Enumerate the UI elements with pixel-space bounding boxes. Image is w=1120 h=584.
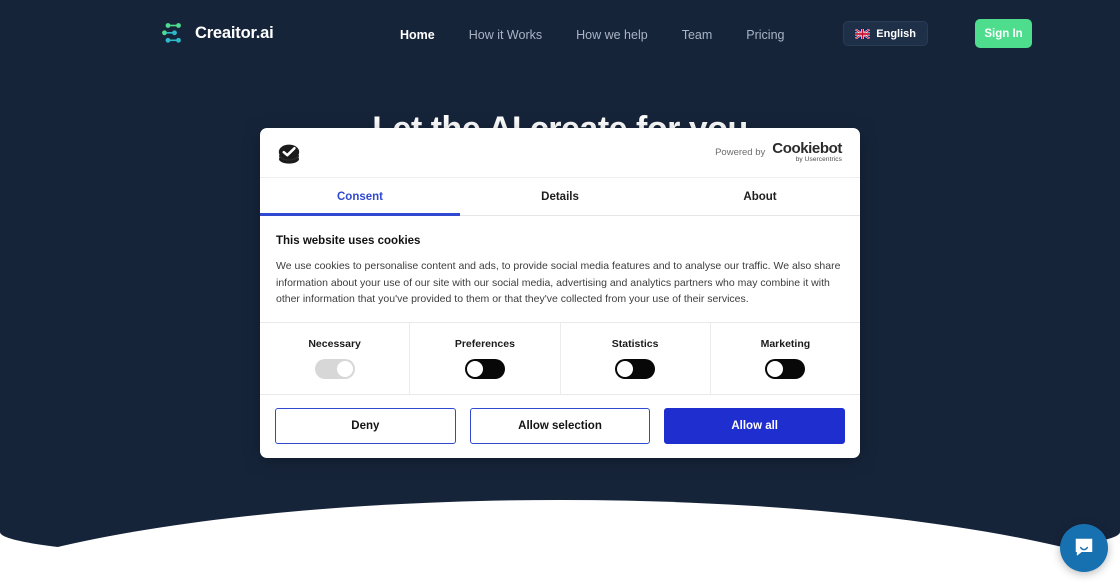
- allow-all-button[interactable]: Allow all: [664, 408, 846, 445]
- tab-about[interactable]: About: [660, 178, 860, 215]
- cookie-category-necessary: Necessary: [260, 322, 411, 394]
- nav-item-pricing[interactable]: Pricing: [742, 25, 788, 45]
- cookie-category-marketing: Marketing: [711, 323, 860, 394]
- brand-logo[interactable]: Creaitor.ai: [160, 20, 274, 46]
- cookie-dialog-description: We use cookies to personalise content an…: [276, 260, 841, 306]
- brand-name: Creaitor.ai: [195, 23, 274, 42]
- sign-in-button[interactable]: Sign In: [975, 19, 1032, 48]
- cookie-dialog-actions: Deny Allow selection Allow all: [260, 395, 860, 458]
- category-label-preferences: Preferences: [454, 337, 515, 350]
- cookie-consent-dialog: Powered by Cookiebot by Usercentrics Con…: [260, 128, 860, 458]
- nav-item-how-we-help[interactable]: How we help: [572, 25, 652, 45]
- cookiebot-wordmark: Cookiebot by Usercentrics: [772, 141, 842, 164]
- cookiebot-byline-text: by Usercentrics: [795, 156, 842, 164]
- cookiebot-brand-text: Cookiebot: [772, 140, 842, 158]
- nav-item-team[interactable]: Team: [678, 25, 717, 45]
- deny-button[interactable]: Deny: [275, 408, 456, 445]
- nav-item-home[interactable]: Home: [396, 25, 439, 45]
- cookie-category-preferences: Preferences: [410, 322, 561, 394]
- allow-selection-button[interactable]: Allow selection: [469, 408, 651, 445]
- cookie-dialog-body: This website uses cookies We use cookies…: [260, 216, 860, 323]
- category-label-necessary: Necessary: [308, 337, 361, 350]
- toggle-statistics[interactable]: [615, 358, 656, 379]
- language-label: English: [876, 27, 916, 40]
- cookiebot-disc-check-icon: [276, 140, 302, 166]
- toggle-preferences[interactable]: [464, 358, 505, 379]
- category-label-statistics: Statistics: [611, 337, 659, 350]
- main-nav-links: Home How it Works How we help Team Prici…: [396, 25, 789, 45]
- cookie-category-list: Necessary Preferences Statistics Marketi…: [260, 322, 860, 395]
- chat-bubble-icon: [1073, 536, 1095, 561]
- cookie-dialog-heading: This website uses cookies: [276, 235, 421, 247]
- powered-by-label: Powered by: [715, 147, 766, 158]
- chat-launcher-button[interactable]: [1060, 524, 1108, 572]
- cookie-dialog-header: Powered by Cookiebot by Usercentrics: [260, 128, 860, 178]
- tab-consent[interactable]: Consent: [260, 178, 460, 216]
- network-nodes-icon: [160, 20, 186, 46]
- toggle-marketing[interactable]: [765, 358, 806, 379]
- toggle-necessary: [314, 358, 355, 379]
- nav-item-how-it-works[interactable]: How it Works: [465, 25, 546, 45]
- top-navigation-bar: Creaitor.ai Home How it Works How we hel…: [0, 0, 1120, 66]
- language-selector[interactable]: English: [843, 21, 928, 46]
- tab-details[interactable]: Details: [460, 178, 660, 215]
- category-label-marketing: Marketing: [760, 337, 811, 350]
- powered-by-cookiebot[interactable]: Powered by Cookiebot by Usercentrics: [715, 141, 842, 164]
- uk-flag-icon: [855, 28, 871, 39]
- cookie-category-statistics: Statistics: [561, 322, 711, 394]
- cookie-dialog-tabs: Consent Details About: [260, 178, 860, 216]
